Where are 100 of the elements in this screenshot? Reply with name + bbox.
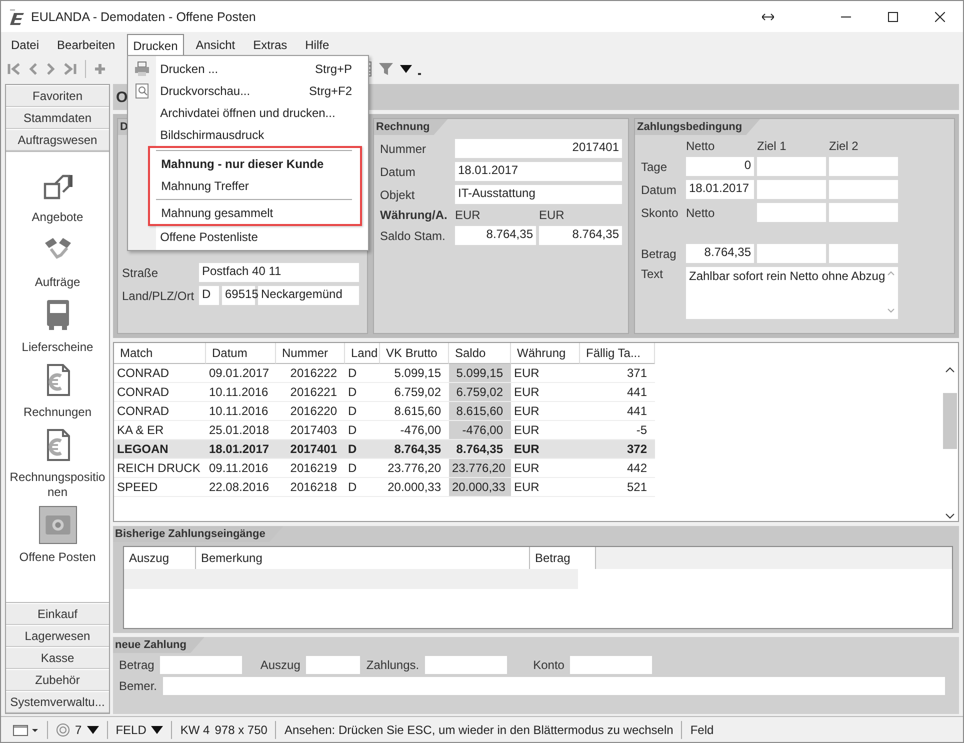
panel-title: Rechnung [374,119,448,135]
menu-item[interactable]: Datei [5,34,46,56]
menu-item[interactable]: Extras [247,34,294,56]
status-message: Ansehen: Drücken Sie ESC, um wieder in den Blättermodus zu wechseln [284,722,674,736]
field-label: Betrag [641,246,678,260]
column-header[interactable]: Bemerkung [196,547,530,569]
input-field[interactable] [425,656,508,674]
sidebar-group[interactable]: Zubehör [6,669,109,691]
field-label: Datum [641,182,678,196]
first-record-icon[interactable] [7,62,21,76]
input-field[interactable]: 0 [686,157,754,176]
input-field[interactable]: 2017401 [455,139,622,158]
input-field[interactable]: D [199,286,219,305]
sidebar-group[interactable]: Einkauf [6,603,109,625]
column-header[interactable]: Land [345,343,380,364]
input-field[interactable] [757,203,826,222]
menu-item[interactable]: Hilfe [299,34,336,56]
sidebar-group[interactable]: Auftragswesen [6,129,109,151]
menu-item[interactable]: Drucken ... Strg+P [128,58,368,80]
input-field[interactable]: 8.764,35 [539,226,622,245]
column-header[interactable]: Auszug [124,547,196,569]
next-icon[interactable] [45,62,57,76]
panel-title: Bisherige Zahlungseingänge [113,526,284,542]
dropdown-arrow-icon[interactable] [151,726,164,734]
table-row[interactable]: SPEED 22.08.2016 2016218 D 20.000,33 20.000,33 EUR 521 [114,478,655,497]
sidebar-item[interactable]: Angebote [8,166,108,225]
text-area[interactable]: Zahlbar sofort rein Netto ohne Abzug [686,267,898,319]
input-field[interactable]: 8.764,35 [686,244,754,263]
table-cell: -476,00 [449,421,511,439]
field-label: Bemer. [119,679,158,693]
table-row[interactable]: CONRAD 09.01.2017 2016222 D 5.099,15 5.099,15 EUR 371 [114,364,655,383]
input-field[interactable]: Postfach 40 11 [199,263,359,282]
sidebar-group[interactable]: Favoriten [6,85,109,107]
menu-item[interactable]: Mahnung Treffer [150,175,360,197]
sidebar-item[interactable]: Lieferscheine [8,296,108,355]
menu-item[interactable]: Mahnung - nur dieser Kunde [150,153,360,175]
input-field[interactable] [829,180,898,199]
column-label: Netto [686,139,716,153]
column-header[interactable]: Match [114,343,206,364]
menu-item[interactable]: Drucken [127,34,184,56]
field-label: Betrag [119,658,154,672]
previous-icon[interactable] [27,62,39,76]
column-header[interactable]: Nummer [276,343,345,364]
table-row[interactable]: REICH DRUCK 09.11.2016 2016219 D 23.776,20 23.776,20 EUR 442 [114,459,655,478]
sidebar-item[interactable]: Rechnungspositionen [8,426,108,500]
add-icon[interactable] [94,63,106,75]
table-cell: 6.759,02 [449,383,511,401]
menu-item[interactable]: Offene Postenliste [128,226,368,248]
input-field[interactable] [829,157,898,176]
input-field[interactable] [757,157,826,176]
column-header[interactable]: VK Brutto [380,343,449,364]
table-cell-text: 6.759,02 [393,384,442,401]
input-field[interactable] [829,244,898,263]
column-header[interactable]: Saldo [449,343,511,364]
table-row[interactable]: CONRAD 10.11.2016 2016220 D 8.615,60 8.615,60 EUR 441 [114,402,655,421]
sidebar-group[interactable]: Systemverwaltu... [6,691,109,713]
input-field[interactable] [757,180,826,199]
dropdown-arrow-icon[interactable] [86,726,99,734]
column-header[interactable]: Betrag [530,547,596,569]
column-label: Ziel 2 [829,139,860,153]
input-field[interactable] [570,656,652,674]
column-header[interactable]: Datum [206,343,276,364]
scroll-thumb[interactable] [943,393,957,449]
sidebar-group[interactable]: Stammdaten [6,107,109,129]
input-field[interactable] [757,244,826,263]
sidebar-item[interactable]: Aufträge [8,231,108,290]
menu-item[interactable]: Mahnung gesammelt [150,202,360,224]
window-icon[interactable] [13,724,39,736]
input-field[interactable]: Neckargemünd [258,286,359,305]
scroll-up-icon[interactable] [945,367,955,373]
sidebar-group[interactable]: Lagerwesen [6,625,109,647]
input-field[interactable] [160,656,242,674]
menu-item[interactable]: Bearbeiten [51,34,122,56]
table-row[interactable]: LEGOAN 18.01.2017 2017401 D 8.764,35 8.764,35 EUR 372 [114,440,655,459]
menu-item[interactable]: Druckvorschau... Strg+F2 [128,80,368,102]
table-cell-text: 8.764,35 [455,441,504,458]
input-field[interactable]: 8.764,35 [455,226,536,245]
input-field[interactable] [829,203,898,222]
input-field[interactable]: 18.01.2017 [455,162,622,181]
dropdown-arrow-icon[interactable] [400,65,412,73]
menu-item[interactable]: Ansicht [190,34,242,56]
last-record-icon[interactable] [63,62,77,76]
table-cell-text: 10.11.2016 [208,403,270,420]
sidebar-group[interactable]: Kasse [6,647,109,669]
input-field[interactable]: IT-Ausstattung [455,185,622,204]
field-label: Konto [533,658,564,672]
field-label: Saldo Stam. [380,228,446,242]
column-header[interactable]: Währung [511,343,580,364]
sidebar-item[interactable]: Offene Posten [8,506,108,565]
sidebar-item[interactable]: Rechnungen [8,361,108,420]
table-cell-text: EUR [513,441,540,458]
filter-icon[interactable] [378,61,394,77]
input-field[interactable] [163,677,946,695]
scroll-down-icon[interactable] [945,513,955,519]
table-row[interactable]: CONRAD 10.11.2016 2016221 D 6.759,02 6.759,02 EUR 441 [114,383,655,402]
input-field[interactable]: 18.01.2017 [686,180,754,199]
table-cell-text: D [347,441,358,458]
table-cell: 8.615,60 [449,402,511,420]
column-header[interactable]: Fällig Ta... [580,343,655,364]
input-field[interactable] [306,656,360,674]
